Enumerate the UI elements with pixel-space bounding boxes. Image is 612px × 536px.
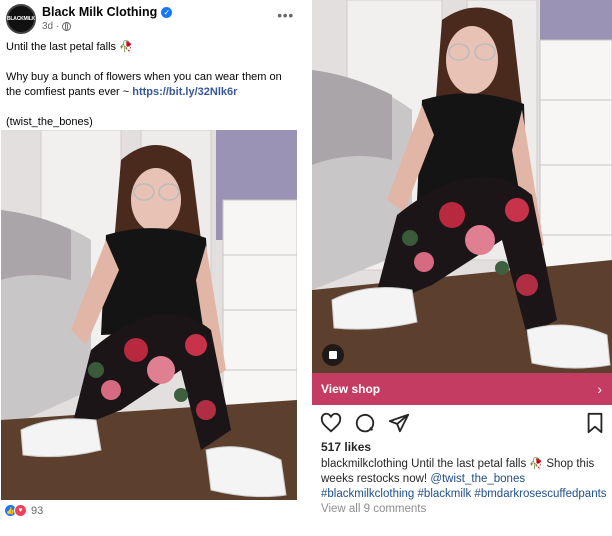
verified-icon: ✓ [161,6,173,18]
facebook-post: BLACKMILK Black Milk Clothing ✓ 3d · •••… [0,0,300,536]
view-comments-link[interactable]: View all 9 comments [321,503,426,515]
meta-separator: · [56,21,60,32]
page-name[interactable]: Black Milk Clothing [42,5,157,19]
action-bar [320,412,604,434]
ig-post-photo[interactable] [312,0,612,373]
ig-mention[interactable]: @twist_the_bones [430,473,525,485]
globe-icon [62,22,72,31]
rose-emoji-icon: 🥀 [529,458,544,470]
reaction-count[interactable]: 93 [31,505,43,517]
ig-caption: blackmilkclothing Until the last petal f… [321,457,607,502]
love-icon: ♥ [14,504,27,517]
ig-hashtag[interactable]: #bmdarkrosescuffedpants [474,488,606,500]
caption-line-1-text: Until the last petal falls [6,41,117,53]
avatar[interactable]: BLACKMILK [6,4,36,34]
ig-hashtag[interactable]: #blackmilkclothing [321,488,414,500]
heart-icon[interactable] [320,412,342,434]
reactions-bar[interactable]: 👍 ♥ 93 [4,504,43,517]
post-photo[interactable] [1,130,297,500]
bookmark-icon[interactable] [584,412,606,434]
rose-emoji-icon: 🥀 [119,41,133,53]
more-options-icon[interactable]: ••• [277,8,294,23]
caption-line-1: Until the last petal falls 🥀 [6,40,296,55]
instagram-post: View shop › 517 likes blackmilkclothing … [312,0,612,536]
likes-count[interactable]: 517 likes [321,440,371,454]
ig-username[interactable]: blackmilkclothing [321,458,408,470]
ig-hashtag[interactable]: #blackmilk [418,488,472,500]
caption-line-2: Why buy a bunch of flowers when you can … [6,70,296,100]
post-meta: 3d · [42,21,72,32]
comment-icon[interactable] [354,412,376,434]
page-name-row: Black Milk Clothing ✓ [42,5,173,19]
credit-line: (twist_the_bones) [6,116,93,128]
share-icon[interactable] [388,412,410,434]
post-link[interactable]: https://bit.ly/32Nlk6r [132,86,237,98]
post-header: BLACKMILK Black Milk Clothing ✓ 3d · ••• [6,4,296,34]
post-time[interactable]: 3d [42,21,53,32]
photo-illustration [1,130,297,500]
ig-caption-text: Until the last petal falls [411,458,527,470]
chevron-right-icon: › [597,381,602,397]
view-shop-label: View shop [321,382,381,396]
view-shop-button[interactable]: View shop › [312,373,612,405]
shopping-bag-icon[interactable] [322,344,344,366]
ig-photo-illustration [312,0,612,373]
